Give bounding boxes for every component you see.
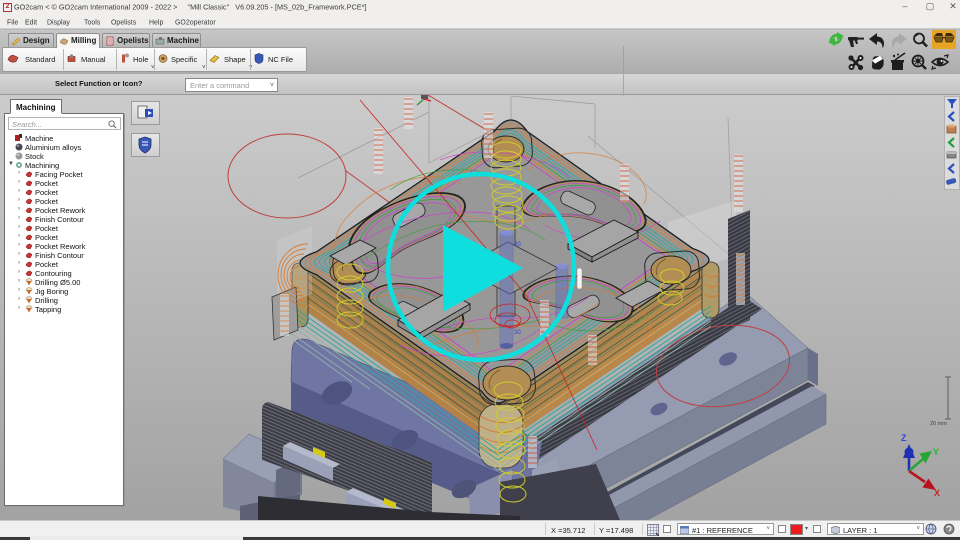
- svg-text:30: 30: [514, 242, 521, 248]
- svg-text:Y: Y: [933, 447, 939, 457]
- svg-text:Z: Z: [901, 433, 907, 443]
- svg-text:30: 30: [514, 330, 521, 336]
- svg-text:X: X: [934, 488, 940, 498]
- svg-text:20 mm: 20 mm: [930, 421, 947, 427]
